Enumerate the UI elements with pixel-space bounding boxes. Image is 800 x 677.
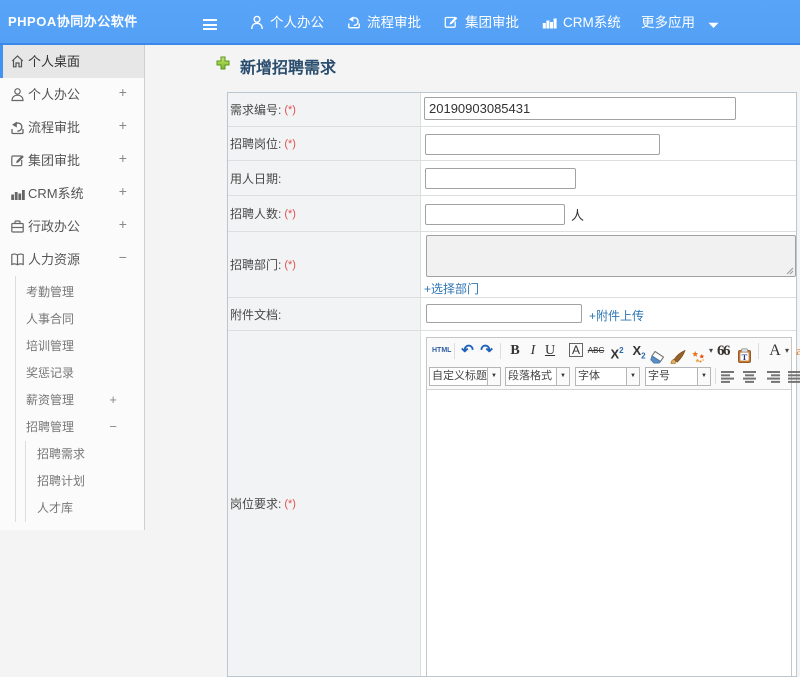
svg-text:T: T — [742, 352, 748, 362]
